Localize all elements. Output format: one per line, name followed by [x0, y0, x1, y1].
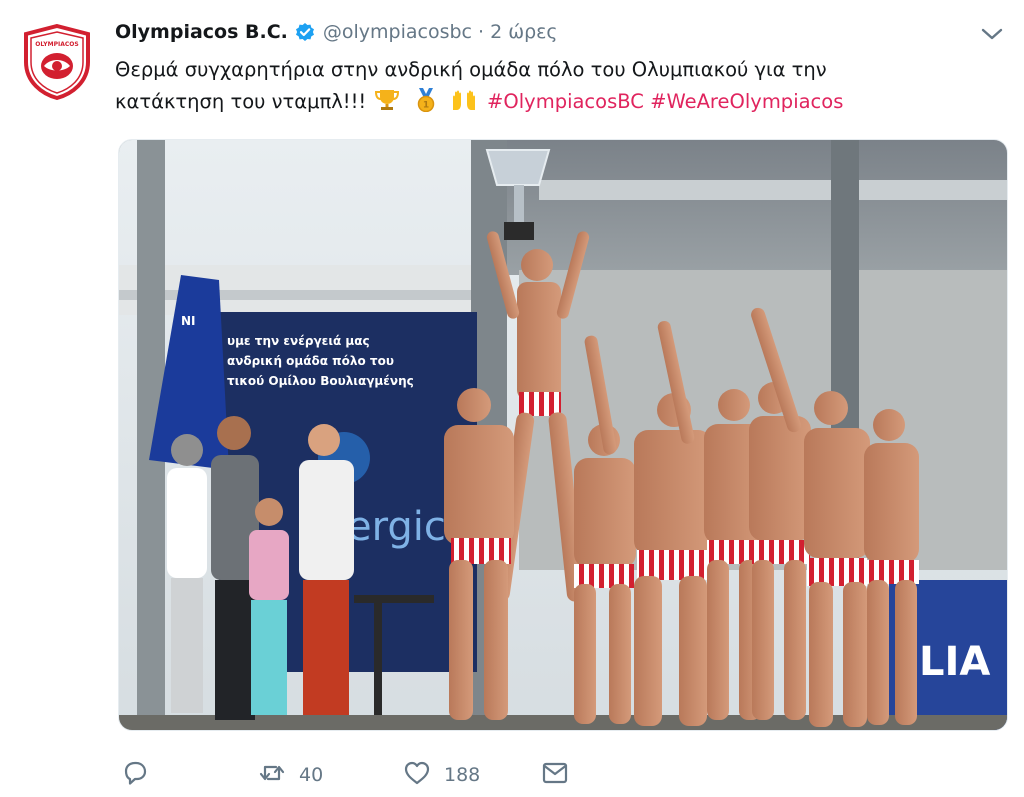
gold-medal-emoji-icon: 1	[411, 88, 441, 113]
retweet-button[interactable]: 40	[257, 758, 323, 792]
svg-text:OLYMPIACOS: OLYMPIACOS	[35, 41, 78, 48]
tweet-photo[interactable]: υμε την ενέργειά μας ανδρική ομάδα πόλο …	[118, 139, 1008, 731]
tweet-actions-bar: 40 188	[120, 758, 720, 792]
tweet-text-line2: κατάκτηση του νταμπλ!!!	[115, 90, 367, 113]
retweet-icon	[257, 758, 287, 793]
tweet-text-line1: Θερμά συγχαρητήρια στην ανδρική ομάδα πό…	[115, 58, 827, 81]
board-text: LIA	[919, 639, 990, 685]
banner-brand: ergic	[347, 504, 446, 550]
banner-line1: υμε την ενέργειά μας	[227, 334, 370, 348]
banner-line3: τικού Ομίλου Βουλιαγμένης	[227, 374, 414, 388]
tweet-timestamp[interactable]: 2 ώρες	[490, 21, 558, 43]
envelope-icon	[540, 758, 570, 793]
user-handle[interactable]: @olympiacosbc	[323, 21, 472, 43]
direct-message-button[interactable]	[540, 758, 570, 792]
trophy-emoji-icon	[372, 88, 402, 112]
heart-icon	[402, 758, 432, 793]
verified-badge-icon	[295, 22, 315, 42]
retweet-count: 40	[299, 764, 324, 786]
like-count: 188	[444, 764, 481, 786]
separator-dot: ·	[478, 21, 485, 43]
reply-icon	[120, 758, 150, 793]
banner-line2: ανδρική ομάδα πόλο του	[227, 354, 394, 368]
chevron-down-icon[interactable]	[980, 24, 1004, 44]
olympiacos-logo-avatar[interactable]: OLYMPIACOS	[22, 23, 92, 101]
raised-hands-emoji-icon	[449, 88, 479, 112]
reply-button[interactable]	[120, 758, 150, 792]
svg-text:1: 1	[423, 101, 429, 111]
display-name[interactable]: Olympiacos B.C.	[115, 21, 288, 43]
like-button[interactable]: 188	[402, 758, 480, 792]
hashtag-weareolympiacos-link[interactable]: #WeAreOlympiacos	[650, 90, 843, 113]
umbrella-text: NI	[181, 314, 196, 328]
tweet-header: Olympiacos B.C. @olympiacosbc · 2 ώρες	[115, 17, 558, 47]
hashtag-olympiacosbc-link[interactable]: #OlympiacosBC	[487, 90, 644, 113]
tweet-text: Θερμά συγχαρητήρια στην ανδρική ομάδα πό…	[115, 54, 995, 118]
